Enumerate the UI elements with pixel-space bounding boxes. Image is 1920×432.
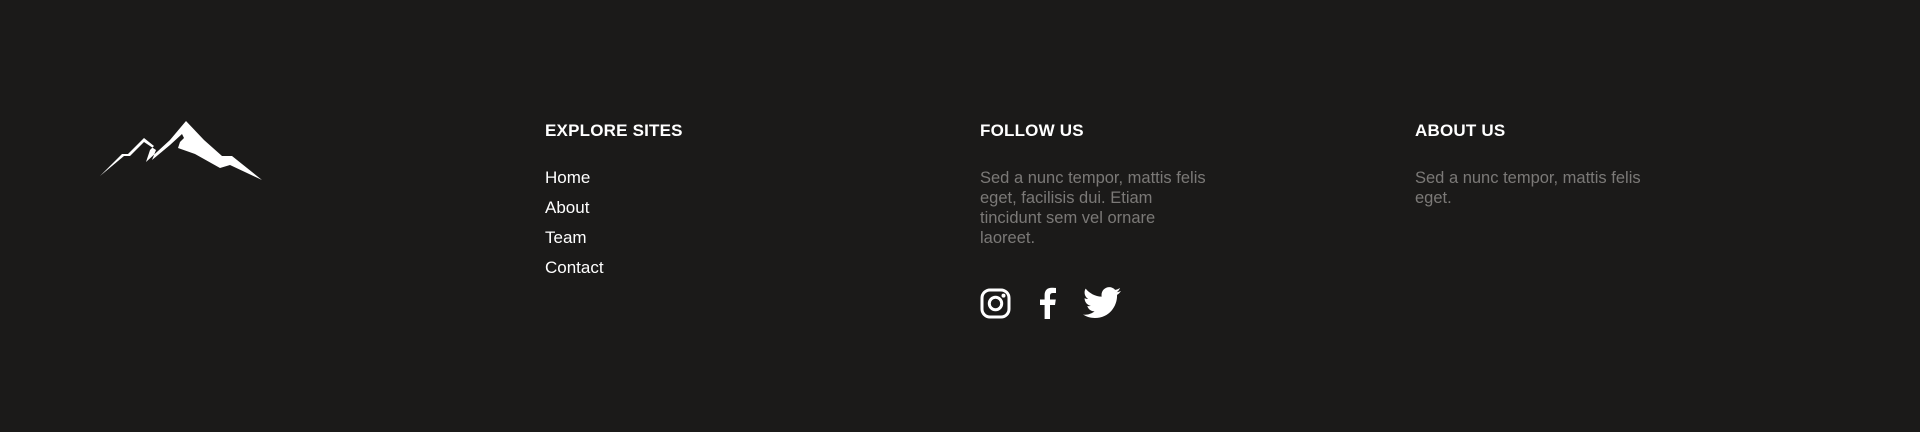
list-item: Home xyxy=(545,168,683,198)
nav-link-home[interactable]: Home xyxy=(545,168,590,188)
about-us-heading: ABOUT US xyxy=(1415,121,1506,140)
list-item: Team xyxy=(545,228,683,258)
instagram-link[interactable] xyxy=(980,288,1011,319)
list-item: Contact xyxy=(545,258,683,288)
explore-links: Home About Team Contact xyxy=(545,168,683,288)
follow-us-text: Sed a nunc tempor, mattis felis eget, fa… xyxy=(980,169,1206,247)
brand-logo[interactable] xyxy=(100,118,262,182)
nav-link-team[interactable]: Team xyxy=(545,228,587,248)
site-footer: EXPLORE SITES Home About Team Contact FO… xyxy=(0,0,1920,432)
explore-sites-heading: EXPLORE SITES xyxy=(545,121,683,140)
about-us-text: Sed a nunc tempor, mattis felis eget. xyxy=(1415,169,1641,207)
follow-us-heading: FOLLOW US xyxy=(980,121,1084,140)
nav-link-about[interactable]: About xyxy=(545,198,589,218)
social-links xyxy=(980,286,1240,320)
about-us-column: ABOUT US Sed a nunc tempor, mattis felis… xyxy=(1415,121,1675,208)
facebook-icon xyxy=(1040,287,1056,319)
follow-us-column: FOLLOW US Sed a nunc tempor, mattis feli… xyxy=(980,121,1240,320)
twitter-link[interactable] xyxy=(1083,287,1121,319)
twitter-icon xyxy=(1083,287,1121,319)
facebook-link[interactable] xyxy=(1037,287,1057,319)
instagram-icon xyxy=(980,288,1011,318)
nav-link-contact[interactable]: Contact xyxy=(545,258,604,278)
mountain-icon xyxy=(100,121,262,180)
list-item: About xyxy=(545,198,683,228)
explore-sites-column: EXPLORE SITES Home About Team Contact xyxy=(545,121,683,288)
